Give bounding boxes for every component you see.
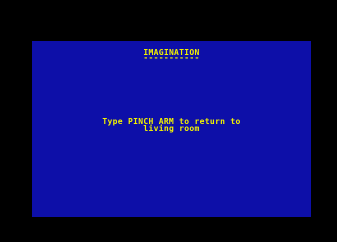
screen-border bbox=[0, 0, 337, 41]
game-message: Type PINCH ARM to return to living room bbox=[32, 118, 311, 133]
title-underline: ----------- bbox=[143, 53, 200, 62]
message-line-2: living room bbox=[143, 124, 200, 133]
game-screen: IMAGINATION ----------- Type PINCH ARM t… bbox=[32, 41, 311, 217]
